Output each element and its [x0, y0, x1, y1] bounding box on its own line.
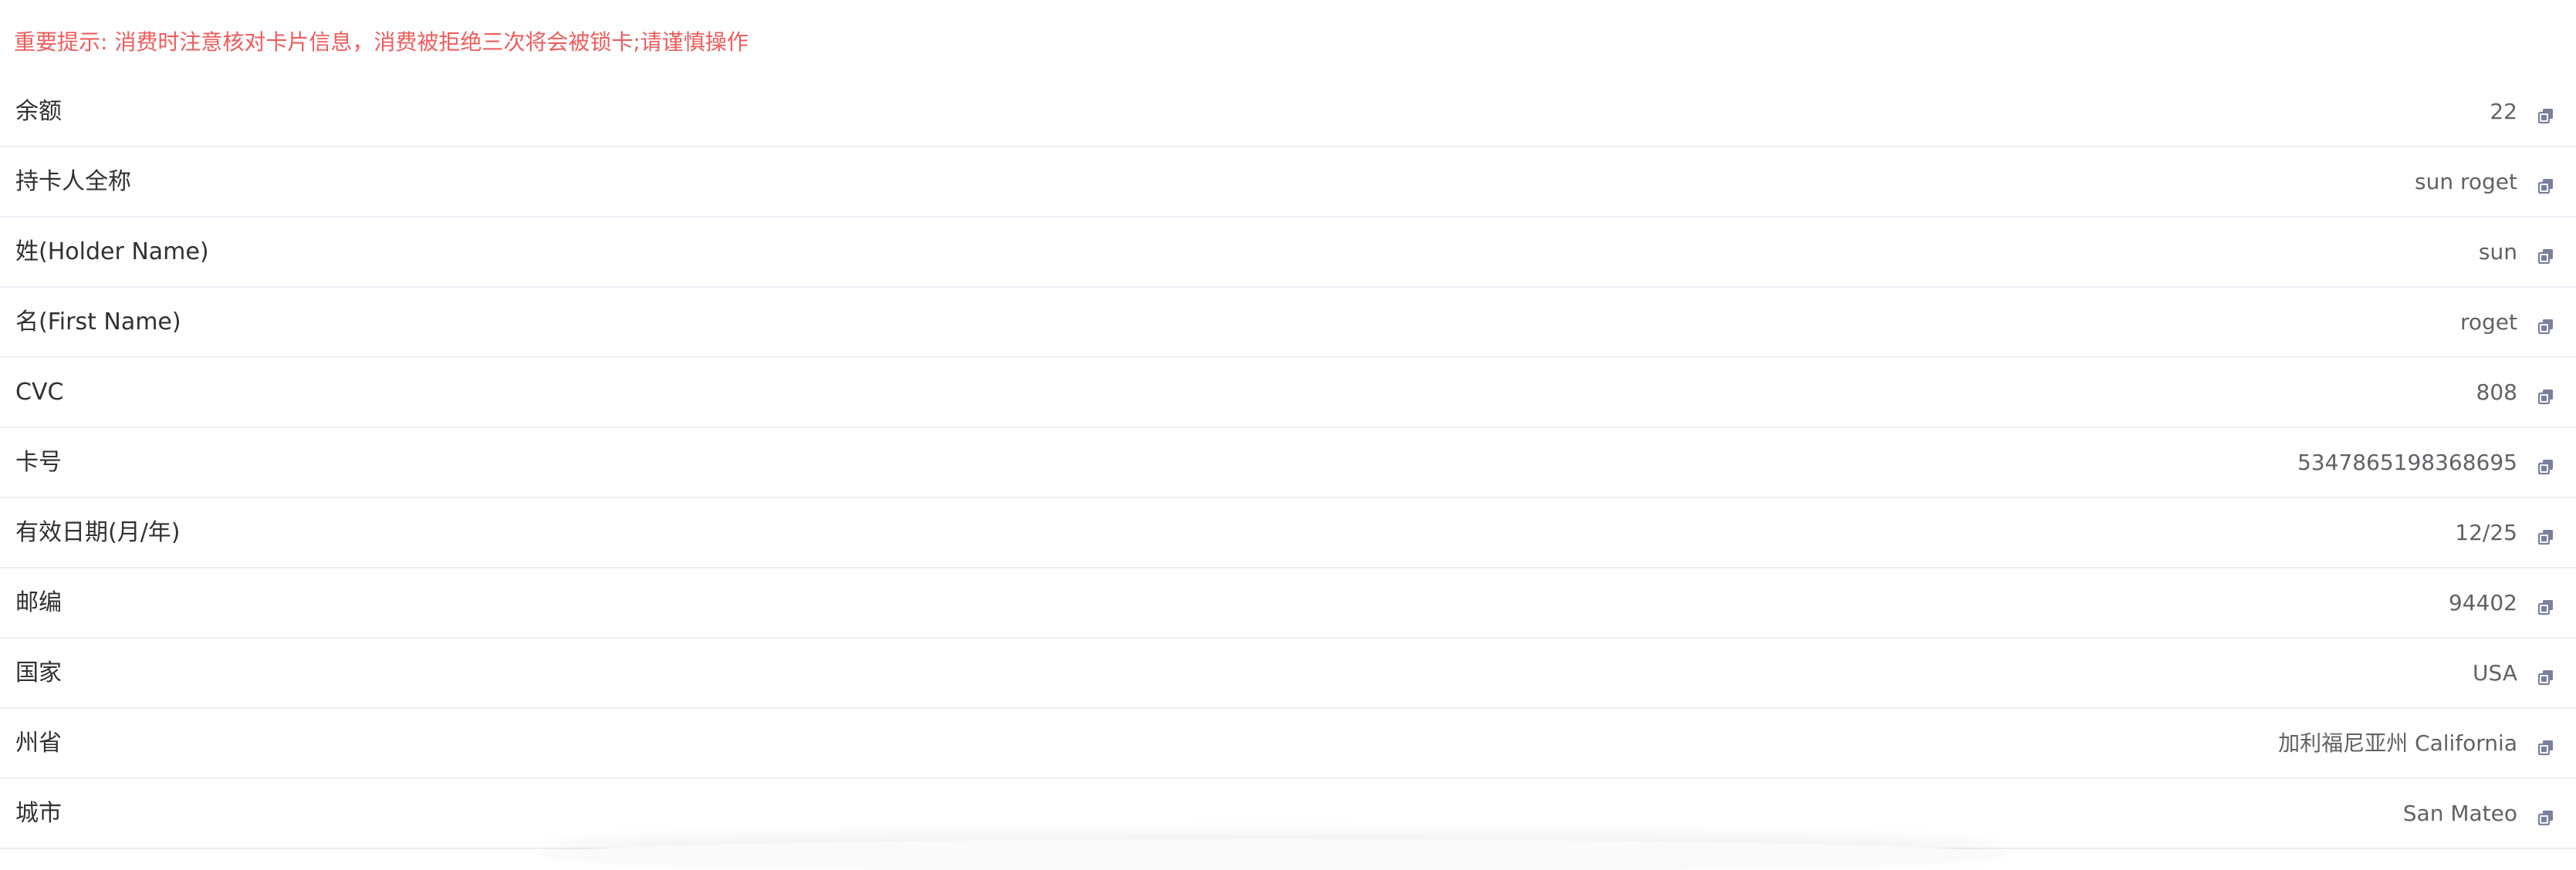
copy-icon[interactable] [2537, 669, 2554, 686]
row-value: USA [2473, 660, 2517, 686]
info-row-cardholder-fullname: 持卡人全称 sun roget [0, 147, 2576, 218]
copy-icon[interactable] [2537, 809, 2554, 826]
row-label: 姓(Holder Name) [15, 238, 209, 265]
row-label: CVC [15, 379, 64, 406]
row-label: 名(First Name) [15, 309, 181, 336]
row-value: roget [2459, 309, 2517, 335]
row-value: 94402 [2448, 590, 2517, 615]
info-row-balance: 余额 22 [0, 77, 2576, 147]
info-row-first-name: 名(First Name) roget [0, 288, 2576, 358]
row-label: 有效日期(月/年) [15, 519, 181, 546]
row-value: sun [2478, 239, 2517, 265]
row-value: 5347865198368695 [2297, 450, 2517, 475]
copy-icon[interactable] [2537, 318, 2554, 335]
info-row-cvc: CVC 808 [0, 358, 2576, 428]
row-label: 州省 [15, 730, 62, 757]
row-value: 加利福尼亚州 California [2278, 730, 2517, 756]
copy-icon[interactable] [2537, 107, 2554, 124]
copy-icon[interactable] [2537, 599, 2554, 615]
row-value: San Mateo [2402, 801, 2517, 826]
row-label: 余额 [15, 98, 62, 125]
info-row-postal-code: 邮编 94402 [0, 568, 2576, 639]
warning-notice: 重要提示: 消费时注意核对卡片信息，消费被拒绝三次将会被锁卡;请谨慎操作 [14, 29, 749, 55]
row-value: 808 [2476, 379, 2517, 405]
row-value: sun roget [2415, 169, 2517, 194]
copy-icon[interactable] [2537, 388, 2554, 405]
copy-icon[interactable] [2537, 177, 2554, 194]
card-info-list: 余额 22 持卡人全称 sun roget 姓(Holder Name) sun… [0, 77, 2576, 849]
row-label: 国家 [15, 659, 62, 686]
copy-icon[interactable] [2537, 739, 2554, 756]
row-label: 持卡人全称 [15, 168, 131, 195]
copy-icon[interactable] [2537, 458, 2554, 475]
row-label: 城市 [15, 800, 62, 827]
info-row-state: 州省 加利福尼亚州 California [0, 709, 2576, 779]
info-row-card-number: 卡号 5347865198368695 [0, 428, 2576, 498]
row-value: 22 [2490, 99, 2517, 124]
copy-icon[interactable] [2537, 248, 2554, 265]
copy-icon[interactable] [2537, 528, 2554, 545]
row-label: 卡号 [15, 449, 62, 476]
info-row-expiry-date: 有效日期(月/年) 12/25 [0, 498, 2576, 568]
info-row-country: 国家 USA [0, 639, 2576, 709]
bottom-panel-shadow [540, 839, 2006, 870]
row-label: 邮编 [15, 589, 62, 616]
row-value: 12/25 [2455, 520, 2517, 545]
info-row-last-name: 姓(Holder Name) sun [0, 218, 2576, 288]
